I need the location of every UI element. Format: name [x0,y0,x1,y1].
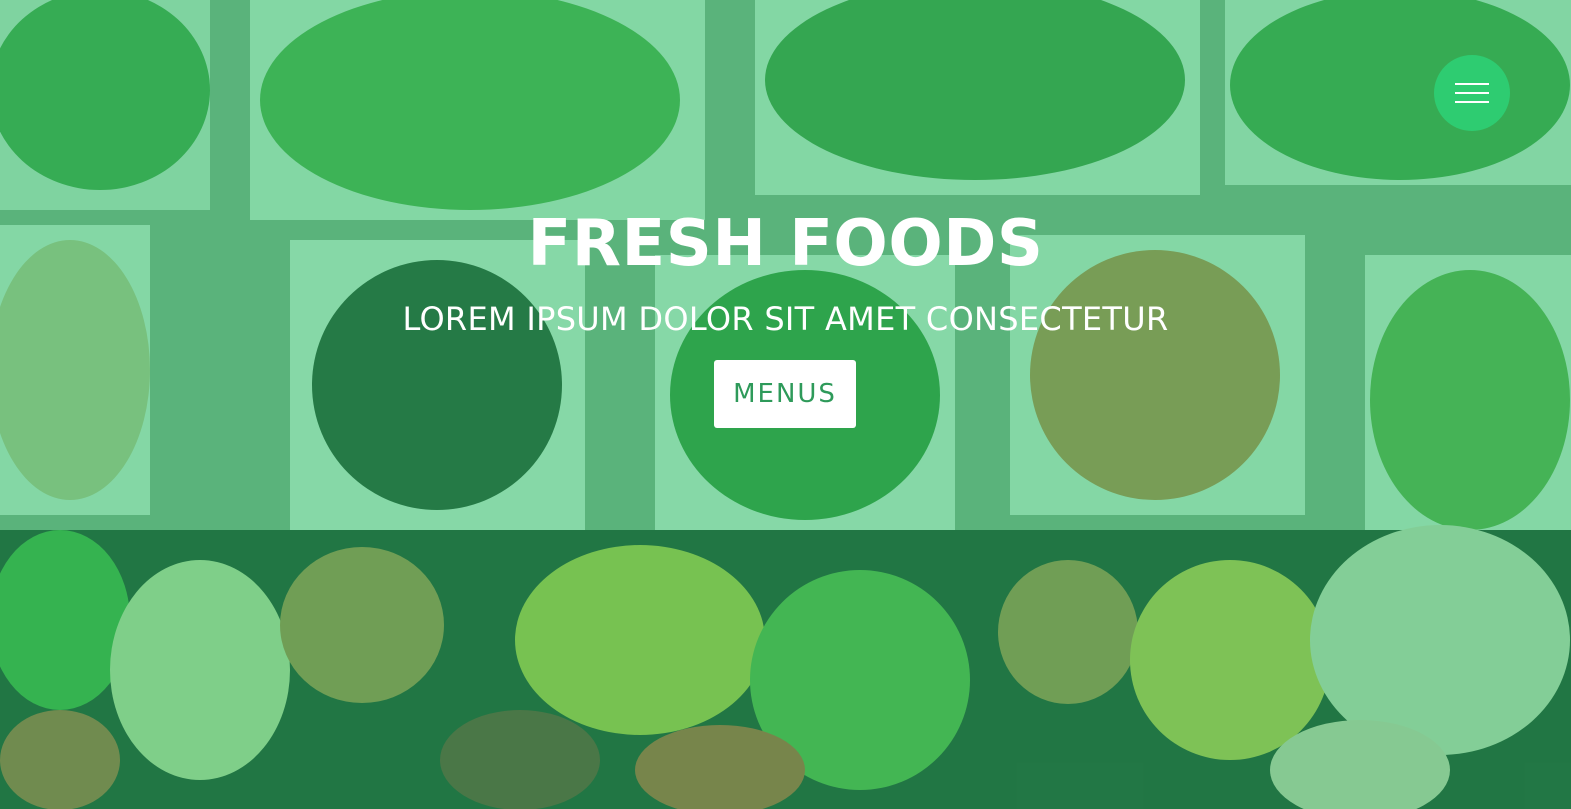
hero-title: FRESH FOODS [527,207,1044,281]
hero-subtitle: LOREM IPSUM DOLOR SIT AMET CONSECTETUR [402,300,1169,338]
hero-section: FRESH FOODS LOREM IPSUM DOLOR SIT AMET C… [0,0,1571,809]
menu-toggle-button[interactable] [1434,55,1510,131]
menus-button[interactable]: MENUS [714,360,856,428]
